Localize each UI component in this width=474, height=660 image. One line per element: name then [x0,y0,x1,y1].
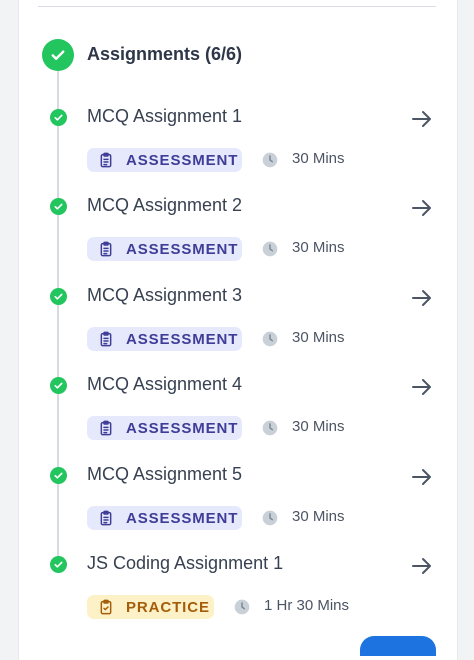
section-complete-check-icon [42,39,74,71]
duration-text: 30 Mins [292,508,345,525]
assignment-type-badge: ASSESSMENT [87,506,242,530]
arrow-right-icon[interactable] [410,196,434,220]
clipboard-check-icon [98,599,114,615]
assignment-item[interactable]: MCQ Assignment 3 ASSESSMENT 30 Mins [0,285,474,379]
assignment-title[interactable]: MCQ Assignment 5 [87,464,242,485]
clipboard-list-icon [98,152,114,168]
arrow-right-icon[interactable] [410,107,434,131]
assignment-item[interactable]: MCQ Assignment 4 ASSESSMENT 30 Mins [0,374,474,468]
assignment-item[interactable]: JS Coding Assignment 1 PRACTICE 1 Hr 30 Mi… [0,553,474,647]
assignment-title[interactable]: MCQ Assignment 3 [87,285,242,306]
clock-icon [262,241,278,257]
duration-text: 30 Mins [292,239,345,256]
badge-label: ASSESSMENT [126,419,239,437]
floating-action-button[interactable] [360,636,436,656]
duration-text: 30 Mins [292,329,345,346]
arrow-right-icon[interactable] [410,375,434,399]
assignment-type-badge: ASSESSMENT [87,416,242,440]
assignment-title[interactable]: MCQ Assignment 2 [87,195,242,216]
section-title: Assignments (6/6) [87,44,243,64]
clock-icon [262,331,278,347]
duration-text: 30 Mins [292,418,345,435]
clock-icon [262,510,278,526]
badge-label: ASSESSMENT [126,151,239,169]
assignment-item[interactable]: MCQ Assignment 1 ASSESSMENT 30 Mins [0,106,474,200]
assignment-item[interactable]: MCQ Assignment 5 ASSESSMENT 30 Mins [0,464,474,558]
badge-label: ASSESSMENT [126,509,239,527]
clock-icon [262,152,278,168]
arrow-right-icon[interactable] [410,465,434,489]
check-circle-icon [50,198,67,215]
assignment-title[interactable]: MCQ Assignment 4 [87,374,242,395]
clipboard-list-icon [98,241,114,257]
assignment-type-badge: ASSESSMENT [87,148,242,172]
check-circle-icon [50,288,67,305]
arrow-right-icon[interactable] [410,554,434,578]
clock-icon [234,599,250,615]
divider [38,6,436,7]
duration-text: 1 Hr 30 Mins [264,597,350,614]
clipboard-list-icon [98,331,114,347]
assignment-type-badge: PRACTICE [87,595,214,619]
badge-label: PRACTICE [126,598,210,616]
assignment-item[interactable]: MCQ Assignment 2 ASSESSMENT 30 Mins [0,195,474,289]
assignment-type-badge: ASSESSMENT [87,327,242,351]
duration-text: 30 Mins [292,150,345,167]
arrow-right-icon[interactable] [410,286,434,310]
badge-label: ASSESSMENT [126,240,239,258]
assignment-title[interactable]: MCQ Assignment 1 [87,106,242,127]
check-circle-icon [50,109,67,126]
assignment-type-badge: ASSESSMENT [87,237,242,261]
check-circle-icon [50,377,67,394]
assignment-title[interactable]: JS Coding Assignment 1 [87,553,283,574]
clock-icon [262,420,278,436]
check-circle-icon [50,467,67,484]
clipboard-list-icon [98,510,114,526]
badge-label: ASSESSMENT [126,330,239,348]
clipboard-list-icon [98,420,114,436]
check-circle-icon [50,556,67,573]
